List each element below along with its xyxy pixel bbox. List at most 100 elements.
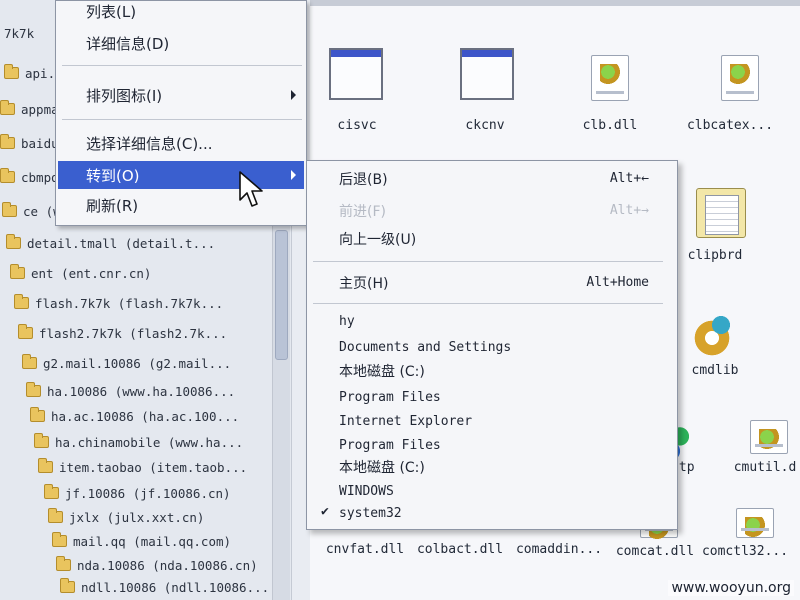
file-item[interactable]: colbact.dll [405,528,515,558]
history-item[interactable]: hy [309,309,675,333]
tree-item[interactable]: ha.10086 (www.ha.10086... [26,380,270,402]
history-item-label: WINDOWS [339,483,394,499]
tree-item[interactable]: flash2.7k7k (flash2.7k... [18,322,270,344]
folder-icon [10,264,25,279]
tree-item-label: flash.7k7k (flash.7k7k... [35,295,224,311]
tree-item-label: mail.qq (mail.qq.com) [73,533,232,549]
file-label: cisvc [337,118,377,133]
tree-item[interactable]: flash.7k7k (flash.7k7k... [14,292,270,314]
folder-icon [0,134,15,149]
history-item[interactable]: Internet Explorer [309,409,675,433]
history-item[interactable]: Program Files [309,433,675,457]
tree-item-label: ha.chinamobile (www.ha... [55,434,244,450]
tree-item[interactable]: appmai [0,98,60,120]
history-item[interactable]: WINDOWS [309,479,675,503]
file-item[interactable]: clbcatex... [675,55,785,140]
file-item[interactable]: ckcnv [430,48,540,140]
folder-icon [34,433,49,448]
tree-item-label: nda.10086 (nda.10086.cn) [77,557,258,573]
folder-icon [26,382,41,397]
go-to-submenu: 后退(B) Alt+← 前进(F) Alt+→ 向上一级(U) 主页(H) Al… [306,160,678,530]
history-item-label: Internet Explorer [339,413,473,429]
history-item-current[interactable]: ✔ system32 [309,501,675,525]
folder-icon [48,508,63,523]
menu-separator [62,119,302,120]
tree-item[interactable]: jf.10086 (jf.10086.cn) [44,482,270,504]
menu-item-arrange-icons[interactable]: 排列图标(I) [58,81,304,109]
folder-icon [22,354,37,369]
folder-icon [0,100,15,115]
menu-separator [313,261,663,262]
tree-item[interactable]: baidu [0,132,60,154]
folder-icon [6,234,21,249]
submenu-arrow-icon [291,90,296,100]
file-label: clbcatex... [686,118,774,133]
menu-item-refresh[interactable]: 刷新(R) [58,191,304,219]
menu-item-label: 详细信息(D) [86,34,170,53]
menu-item-go-to[interactable]: 转到(O) [58,161,304,189]
tree-item[interactable]: ndll.10086 (ndll.10086... [60,576,270,598]
menu-item-label: 转到(O) [86,166,140,185]
gear-icon [690,310,734,360]
file-label: ckcnv [465,118,505,133]
file-item[interactable]: clb.dll [555,55,665,140]
menu-item-list[interactable]: 列表(L) [58,0,304,25]
tree-item[interactable]: ha.ac.10086 (ha.ac.100... [30,405,270,427]
file-item[interactable]: comaddin... [504,528,614,558]
submenu-item-label: 主页(H) [339,276,389,292]
history-item-label: Documents and Settings [339,339,512,355]
tree-item-label: item.taobao (item.taob... [59,459,248,475]
shortcut-label: Alt+Home [586,275,649,290]
tree-item-label: jf.10086 (jf.10086.cn) [65,485,231,501]
history-item-label: 本地磁盘 (C:) [339,364,425,380]
tree-item[interactable]: detail.tmall (detail.t... [6,232,270,254]
history-item-label: Program Files [339,437,441,453]
history-item[interactable]: 本地磁盘 (C:) [309,359,675,383]
history-item[interactable]: Program Files [309,385,675,409]
check-icon: ✔ [321,504,329,519]
file-label: clb.dll [582,118,638,133]
history-item[interactable]: 本地磁盘 (C:) [309,455,675,479]
submenu-item-home[interactable]: 主页(H) Alt+Home [309,271,675,295]
file-item[interactable]: cnvfat.dll [310,528,420,558]
tree-item-label: ent (ent.cnr.cn) [31,265,152,281]
tree-item[interactable]: item.taobao (item.taob... [38,456,270,478]
tree-item-label: jxlx (julx.xxt.cn) [69,509,205,525]
tree-item[interactable]: cbmpd [0,166,60,188]
submenu-arrow-icon [291,170,296,180]
tree-item[interactable]: nda.10086 (nda.10086.cn) [56,554,270,576]
tree-item-label: ha.10086 (www.ha.10086... [47,383,236,399]
file-item[interactable]: cisvc [302,48,412,140]
tree-item[interactable]: ent (ent.cnr.cn) [10,262,270,284]
shortcut-label: Alt+→ [609,203,649,218]
history-item-label: hy [339,313,355,329]
history-item-label: 本地磁盘 (C:) [339,460,425,476]
dll-icon [591,55,629,101]
folder-icon [38,458,53,473]
file-item[interactable]: cmutil.d [710,420,800,480]
tree-item-label: ha.ac.10086 (ha.ac.100... [51,408,240,424]
tree-scrollbar-thumb[interactable] [275,230,288,360]
window-app-icon [329,48,383,100]
tree-item[interactable]: jxlx (julx.xxt.cn) [48,506,270,528]
history-item-label: Program Files [339,389,441,405]
watermark: www.wooyun.org [668,580,794,596]
submenu-item-up-one-level[interactable]: 向上一级(U) [309,227,675,251]
dll-icon [750,420,788,454]
tree-item[interactable]: g2.mail.10086 (g2.mail... [22,352,270,374]
menu-item-details[interactable]: 详细信息(D) [58,29,304,57]
folder-icon [44,484,59,499]
tree-item[interactable]: ha.chinamobile (www.ha... [34,431,270,453]
menu-item-label: 选择详细信息(C)... [86,134,213,153]
submenu-item-label: 前进(F) [339,204,386,220]
submenu-item-back[interactable]: 后退(B) Alt+← [309,167,675,191]
menu-item-choose-details[interactable]: 选择详细信息(C)... [58,129,304,157]
dll-icon [736,508,774,538]
folder-icon [56,556,71,571]
file-item[interactable]: comctl32... [690,508,800,560]
tree-item[interactable]: mail.qq (mail.qq.com) [52,530,270,552]
menu-item-label: 列表(L) [86,2,137,21]
history-item[interactable]: Documents and Settings [309,335,675,359]
tree-item-label: 7k7k [4,25,35,41]
submenu-item-forward: 前进(F) Alt+→ [309,199,675,223]
